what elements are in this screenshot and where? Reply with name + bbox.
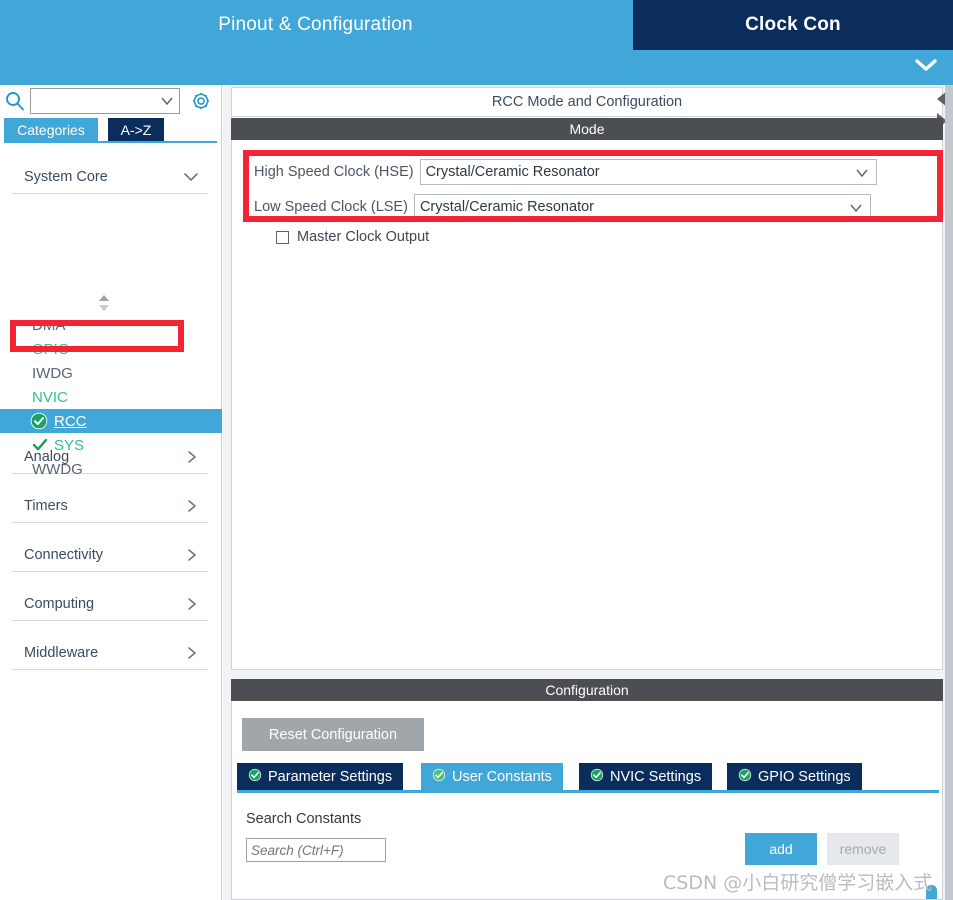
mode-row-lse: Low Speed Clock (LSE) Crystal/Ceramic Re… — [254, 194, 871, 220]
window-right-edge — [945, 85, 953, 900]
sidebar-item-gpio[interactable]: GPIO — [0, 337, 222, 361]
sidebar-item-dma[interactable]: DMA — [0, 313, 222, 337]
sidebar-section-label: Computing — [24, 595, 95, 612]
tab-clock-configuration[interactable]: Clock Con — [633, 0, 953, 50]
sidebar-section-timers: Timers — [12, 489, 208, 523]
sidebar-section-header-system-core[interactable]: System Core — [12, 160, 208, 194]
sidebar-item-iwdg[interactable]: IWDG — [0, 361, 222, 385]
sidebar-search-row — [0, 85, 222, 117]
lse-select[interactable]: Crystal/Ceramic Resonator — [413, 194, 871, 220]
chevron-right-icon[interactable] — [184, 596, 208, 612]
chevron-down-icon[interactable] — [911, 52, 941, 78]
ribbon-tab-strip: Pinout & Configuration Clock Con — [0, 0, 953, 50]
sidebar-tabs-underline — [4, 141, 217, 143]
search-combobox[interactable] — [30, 88, 180, 114]
left-sidebar: Categories A->Z System Core DMA GPIO IWD… — [0, 85, 222, 900]
sidebar-section-label: Connectivity — [24, 546, 103, 563]
sidebar-item-label: SYS — [54, 436, 85, 454]
check-circle-icon — [738, 768, 752, 786]
sidebar-section-connectivity: Connectivity — [12, 538, 208, 572]
sidebar-item-label: NVIC — [32, 388, 68, 406]
tab-pinout-configuration-label: Pinout & Configuration — [218, 14, 413, 35]
chevron-right-icon[interactable] — [184, 498, 208, 514]
mode-section-header: Mode — [231, 118, 943, 140]
sidebar-item-label: GPIO — [32, 340, 70, 358]
check-circle-icon — [590, 768, 604, 786]
sidebar-item-rcc[interactable]: RCC — [0, 409, 222, 433]
master-clock-output-label: Master Clock Output — [297, 229, 430, 245]
tab-user-constants-label: User Constants — [452, 768, 552, 785]
page-title: RCC Mode and Configuration — [231, 87, 943, 117]
sidebar-section-label: Timers — [24, 497, 68, 514]
chevron-down-icon[interactable] — [182, 170, 208, 184]
configuration-section-header-label: Configuration — [545, 682, 629, 698]
configuration-section-header: Configuration — [231, 679, 943, 701]
sidebar-section-header-middleware[interactable]: Middleware — [12, 636, 208, 670]
tab-pinout-configuration[interactable]: Pinout & Configuration — [0, 0, 631, 50]
chevron-down-icon[interactable] — [848, 200, 864, 216]
page-title-label: RCC Mode and Configuration — [491, 94, 683, 110]
tab-parameter-settings[interactable]: Parameter Settings — [237, 763, 404, 790]
tab-parameter-settings-label: Parameter Settings — [268, 768, 393, 785]
sidebar-section-header-computing[interactable]: Computing — [12, 587, 208, 621]
tab-nvic-settings-label: NVIC Settings — [610, 768, 702, 785]
constants-scrollbar-thumb[interactable] — [926, 885, 937, 899]
main-panel: RCC Mode and Configuration Mode High Spe… — [223, 85, 953, 900]
configuration-section-body: Reset Configuration Parameter Settings U… — [231, 701, 943, 900]
sidebar-tab-a-to-z[interactable]: A->Z — [108, 118, 164, 142]
user-constants-pane: Search Constants add remove Constant Nam… — [237, 793, 939, 899]
sidebar-item-label: WWDG — [32, 460, 83, 478]
chevron-down-icon[interactable] — [159, 93, 175, 109]
sidebar-tab-categories-label: Categories — [17, 122, 85, 138]
remove-constant-button[interactable]: remove — [827, 833, 899, 865]
sidebar-item-label: RCC — [54, 412, 87, 430]
sidebar-section-system-core: System Core — [12, 160, 208, 194]
search-constants-input[interactable] — [246, 838, 386, 862]
lse-value: Crystal/Ceramic Resonator — [419, 199, 594, 215]
reset-configuration-button[interactable]: Reset Configuration — [242, 718, 424, 751]
mode-section-body: High Speed Clock (HSE) Crystal/Ceramic R… — [231, 140, 943, 670]
sidebar-section-computing: Computing — [12, 587, 208, 621]
mode-row-hse: High Speed Clock (HSE) Crystal/Ceramic R… — [254, 159, 877, 185]
tab-clock-configuration-label: Clock Con — [745, 14, 841, 35]
tab-nvic-settings[interactable]: NVIC Settings — [579, 763, 713, 790]
sidebar-tab-categories[interactable]: Categories — [4, 118, 98, 142]
sidebar-section-header-connectivity[interactable]: Connectivity — [12, 538, 208, 572]
sidebar-section-middleware: Middleware — [12, 636, 208, 670]
master-clock-output-checkbox[interactable] — [276, 230, 289, 244]
check-circle-icon — [432, 768, 446, 786]
sidebar-item-label: IWDG — [32, 364, 73, 382]
hse-label: High Speed Clock (HSE) — [254, 164, 414, 180]
hse-value: Crystal/Ceramic Resonator — [425, 164, 600, 180]
sidebar-section-label: System Core — [24, 168, 108, 185]
chevron-down-icon[interactable] — [854, 165, 870, 181]
chevron-right-icon[interactable] — [184, 547, 208, 563]
lse-label: Low Speed Clock (LSE) — [254, 199, 408, 215]
tab-gpio-settings[interactable]: GPIO Settings — [727, 763, 862, 790]
tab-user-constants[interactable]: User Constants — [421, 763, 563, 790]
add-constant-button[interactable]: add — [745, 833, 817, 865]
stm32cubemx-window: Pinout & Configuration Clock Con Categor… — [0, 0, 953, 900]
sidebar-section-label: Middleware — [24, 644, 99, 661]
tab-gpio-settings-label: GPIO Settings — [758, 768, 851, 785]
search-constants-label: Search Constants — [246, 811, 362, 827]
sort-updown-icon[interactable] — [96, 293, 112, 311]
sidebar-item-label: DMA — [32, 316, 66, 334]
sidebar-item-nvic[interactable]: NVIC — [0, 385, 222, 409]
mode-section-header-label: Mode — [569, 121, 605, 137]
sidebar-section-header-timers[interactable]: Timers — [12, 489, 208, 523]
top-ribbon: Pinout & Configuration Clock Con — [0, 0, 953, 85]
hse-select[interactable]: Crystal/Ceramic Resonator — [419, 159, 877, 185]
gear-icon[interactable] — [190, 90, 212, 112]
chevron-right-icon[interactable] — [184, 449, 208, 465]
chevron-right-icon[interactable] — [184, 645, 208, 661]
sidebar-tab-a-to-z-label: A->Z — [120, 122, 152, 138]
sidebar-mode-tabs: Categories A->Z — [0, 118, 222, 142]
search-icon[interactable] — [4, 90, 26, 112]
search-input[interactable] — [31, 89, 156, 113]
master-clock-output-row[interactable]: Master Clock Output — [276, 229, 429, 245]
check-circle-icon — [248, 768, 262, 786]
